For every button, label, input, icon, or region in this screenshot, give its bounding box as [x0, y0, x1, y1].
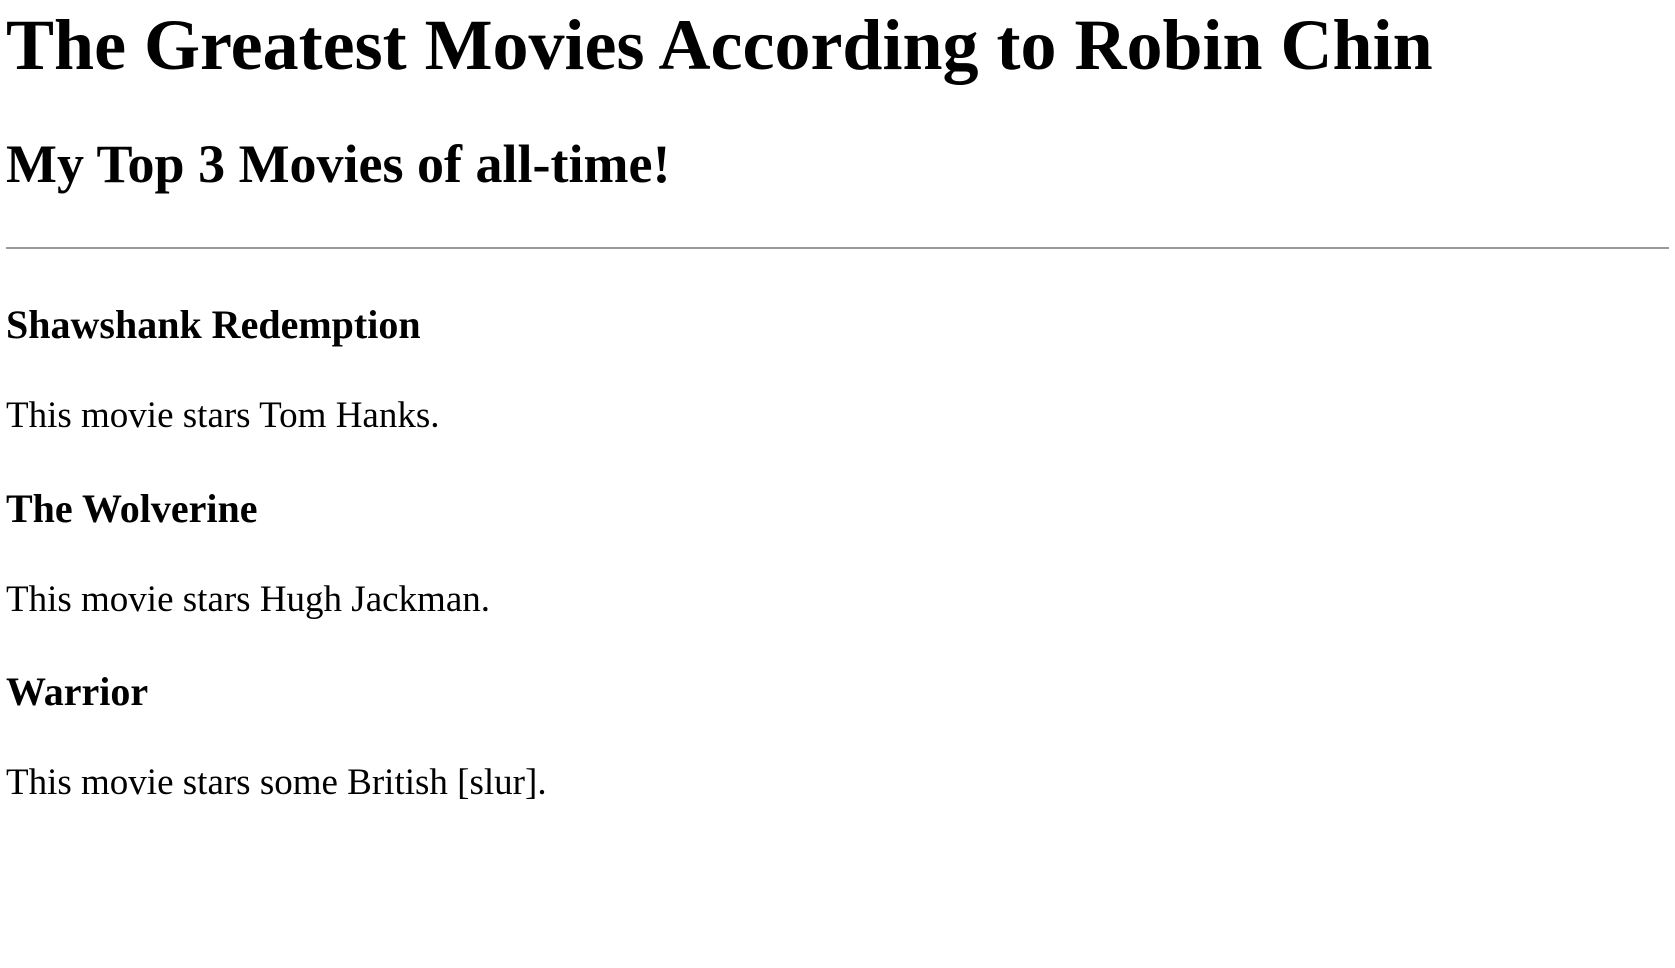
movie-title: Shawshank Redemption [6, 302, 421, 348]
list-item: Warrior This movie stars some British [s… [6, 668, 1669, 805]
movie-title: Warrior [6, 668, 149, 714]
movie-list: Shawshank Redemption This movie stars To… [6, 301, 1669, 805]
movie-description: This movie stars Hugh Jackman. [6, 578, 490, 620]
page-subtitle: My Top 3 Movies of all-time! [6, 134, 671, 195]
list-item: The Wolverine This movie stars Hugh Jack… [6, 485, 1669, 622]
page-title: The Greatest Movies According to Robin C… [6, 5, 1433, 85]
movie-description: This movie stars Tom Hanks. [6, 395, 440, 437]
movie-title: The Wolverine [6, 485, 258, 531]
section-divider [6, 247, 1669, 250]
movie-description: This movie stars some British [slur]. [6, 761, 547, 803]
list-item: Shawshank Redemption This movie stars To… [6, 301, 1669, 438]
